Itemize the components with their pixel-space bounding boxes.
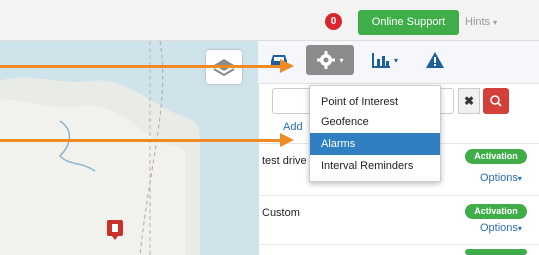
annotation-arrow xyxy=(0,65,282,68)
activation-badge[interactable]: Activation xyxy=(465,204,527,219)
settings-tool-button[interactable]: ▾ xyxy=(306,45,354,75)
chevron-down-icon: ▾ xyxy=(339,55,344,65)
options-label: Options xyxy=(480,222,518,234)
alerts-tool-button[interactable] xyxy=(420,45,450,75)
menu-item-point-of-interest[interactable]: Point of Interest xyxy=(310,91,440,113)
options-label: Options xyxy=(480,172,518,184)
notification-badge[interactable]: 0 xyxy=(325,13,342,30)
warning-icon xyxy=(426,52,444,68)
search-button[interactable] xyxy=(483,88,509,114)
annotation-arrow xyxy=(0,139,282,142)
menu-item-interval-reminders[interactable]: Interval Reminders xyxy=(310,155,440,177)
activation-badge[interactable]: Activation xyxy=(465,149,527,164)
options-menu[interactable]: Options▾ xyxy=(480,222,522,234)
close-icon: ✖ xyxy=(463,94,475,108)
menu-item-alarms[interactable]: Alarms xyxy=(310,133,440,155)
list-item-name: Custom xyxy=(262,207,300,219)
hints-label: Hints xyxy=(465,16,491,28)
search-icon xyxy=(490,95,502,107)
chevron-down-icon: ▾ xyxy=(393,55,398,65)
caret-down-icon: ▾ xyxy=(517,174,522,183)
reports-tool-button[interactable]: ▾ xyxy=(364,45,404,75)
arrowhead-icon xyxy=(280,133,294,147)
chart-icon xyxy=(371,53,390,68)
caret-down-icon: ▾ xyxy=(517,224,522,233)
options-menu[interactable]: Options▾ xyxy=(480,172,522,184)
online-support-button[interactable]: Online Support xyxy=(358,10,459,35)
row-divider xyxy=(258,195,539,196)
row-divider xyxy=(258,244,539,245)
arrowhead-icon xyxy=(280,59,294,73)
list-item-name: test drive xyxy=(262,155,307,167)
gear-icon xyxy=(317,51,336,69)
map-marker-icon[interactable] xyxy=(106,219,124,241)
clear-search-button[interactable]: ✖ xyxy=(458,88,480,114)
settings-dropdown-menu: Point of Interest Geofence Alarms Interv… xyxy=(309,85,441,182)
hints-menu[interactable]: Hints ▾ xyxy=(465,10,511,35)
activation-badge[interactable] xyxy=(465,249,527,255)
menu-item-geofence[interactable]: Geofence xyxy=(310,111,440,133)
chevron-down-icon: ▾ xyxy=(493,18,498,27)
add-link[interactable]: Add xyxy=(283,121,303,133)
